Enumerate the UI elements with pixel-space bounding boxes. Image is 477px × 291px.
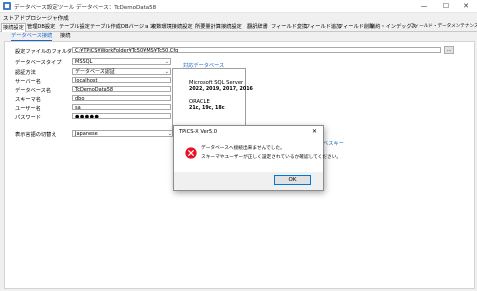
title-bar: データベース設定ツール データベース：TcDemoData58 — ☐ ✕ (0, 0, 477, 13)
language-select[interactable]: Japanese ⌄ (72, 130, 174, 137)
folder-input[interactable]: C:¥TPiCS¥WorkFolder¥Tc50¥MS¥Tc50.Cfg (72, 47, 441, 53)
auth-label: 認証方法 (15, 70, 36, 76)
tab-table-create[interactable]: テーブル作成 (89, 23, 122, 31)
subtab-connect[interactable]: 接続 (60, 32, 70, 40)
language-value: Japanese (75, 131, 98, 137)
user-input[interactable]: sa (72, 104, 171, 110)
chevron-down-icon: ⌄ (164, 59, 169, 65)
main-tabs: 接続設定 管理DB設定 テーブル設定 テーブル作成 DBバージョン 複数環境接続… (0, 22, 477, 32)
schema-label: スキーマ名 (15, 97, 41, 103)
dbtype-value: MSSQL (75, 59, 93, 65)
browse-button[interactable]: ... (444, 46, 454, 54)
password-input[interactable]: ●●●●● (72, 113, 171, 119)
subtab-db-connection[interactable]: データベース接続 (11, 32, 53, 41)
auth-select[interactable]: データベース認証 ⌄ (72, 68, 171, 75)
mssql-versions: 2022, 2019, 2017, 2016 (189, 87, 253, 92)
window-title: データベース設定ツール データベース：TcDemoData58 (14, 5, 157, 11)
tab-field-convert[interactable]: フィールド変換 (270, 23, 308, 31)
oracle-name: ORACLE (189, 99, 210, 105)
dialog-title-bar: TPiCS-X Ver5.0 ✕ (174, 126, 323, 136)
tab-admin-db[interactable]: 管理DB設定 (26, 23, 56, 31)
schema-input[interactable]: dbo (72, 95, 171, 101)
tab-table-settings[interactable]: テーブル設定 (58, 23, 91, 31)
lang-label: 表示言語の切替え (15, 132, 57, 138)
error-dialog: TPiCS-X Ver5.0 ✕ データベースへ接続出来ませんでした。 スキーマ… (173, 125, 341, 191)
close-button[interactable]: ✕ (455, 0, 477, 12)
dialog-close-button[interactable]: ✕ (312, 128, 317, 135)
tab-requirement-calc[interactable]: 所要量計算接続設定 (194, 23, 243, 31)
app-icon (3, 2, 11, 10)
auth-value: データベース認証 (75, 69, 115, 75)
menu-item-store-procedure[interactable]: ストアドプロシージャ作成 (3, 14, 69, 22)
mssql-name: Microsoft SQL Server (189, 80, 244, 86)
partial-link[interactable]: ベスキー (323, 140, 344, 147)
dbtype-select[interactable]: MSSQL ⌄ (72, 58, 171, 65)
tab-field-data-maintenance[interactable]: フィールド・データメンテナンス (409, 23, 477, 31)
maximize-button[interactable]: ☐ (435, 0, 457, 12)
oracle-versions: 21c, 19c, 18c (189, 106, 225, 111)
menu-bar: ストアドプロシージャ作成 (0, 13, 477, 22)
dbname-label: データベース名 (15, 88, 52, 94)
folder-label: 設定ファイルのフォルダー (15, 49, 78, 55)
sub-tabs: データベース接続 接続 (5, 32, 475, 41)
user-label: ユーザー名 (15, 106, 41, 112)
server-input[interactable]: localhost (72, 77, 171, 83)
dialog-title: TPiCS-X Ver5.0 (179, 129, 218, 135)
dialog-message-line2: スキーマやユーザーが正しく設定されているか確認してください。 (201, 155, 342, 160)
dialog-footer: OK (174, 172, 323, 190)
tab-multi-env[interactable]: 複数環境接続設定 (150, 23, 194, 31)
chevron-down-icon: ⌄ (164, 69, 169, 75)
server-label: サーバー名 (15, 79, 41, 85)
tab-connection[interactable]: 接続設定 (1, 23, 26, 32)
password-label: パスワード (15, 115, 41, 121)
dbname-input[interactable]: TcDemoData58 (72, 86, 171, 92)
tab-dictionary[interactable]: 翻訳辞書 (246, 23, 269, 31)
dbtype-label: データベースタイプ (15, 60, 62, 66)
minimize-button[interactable]: — (413, 0, 435, 12)
dialog-message-line1: データベースへ接続出来ませんでした。 (201, 146, 285, 151)
error-x-icon (185, 147, 197, 159)
ok-button[interactable]: OK (274, 175, 311, 185)
